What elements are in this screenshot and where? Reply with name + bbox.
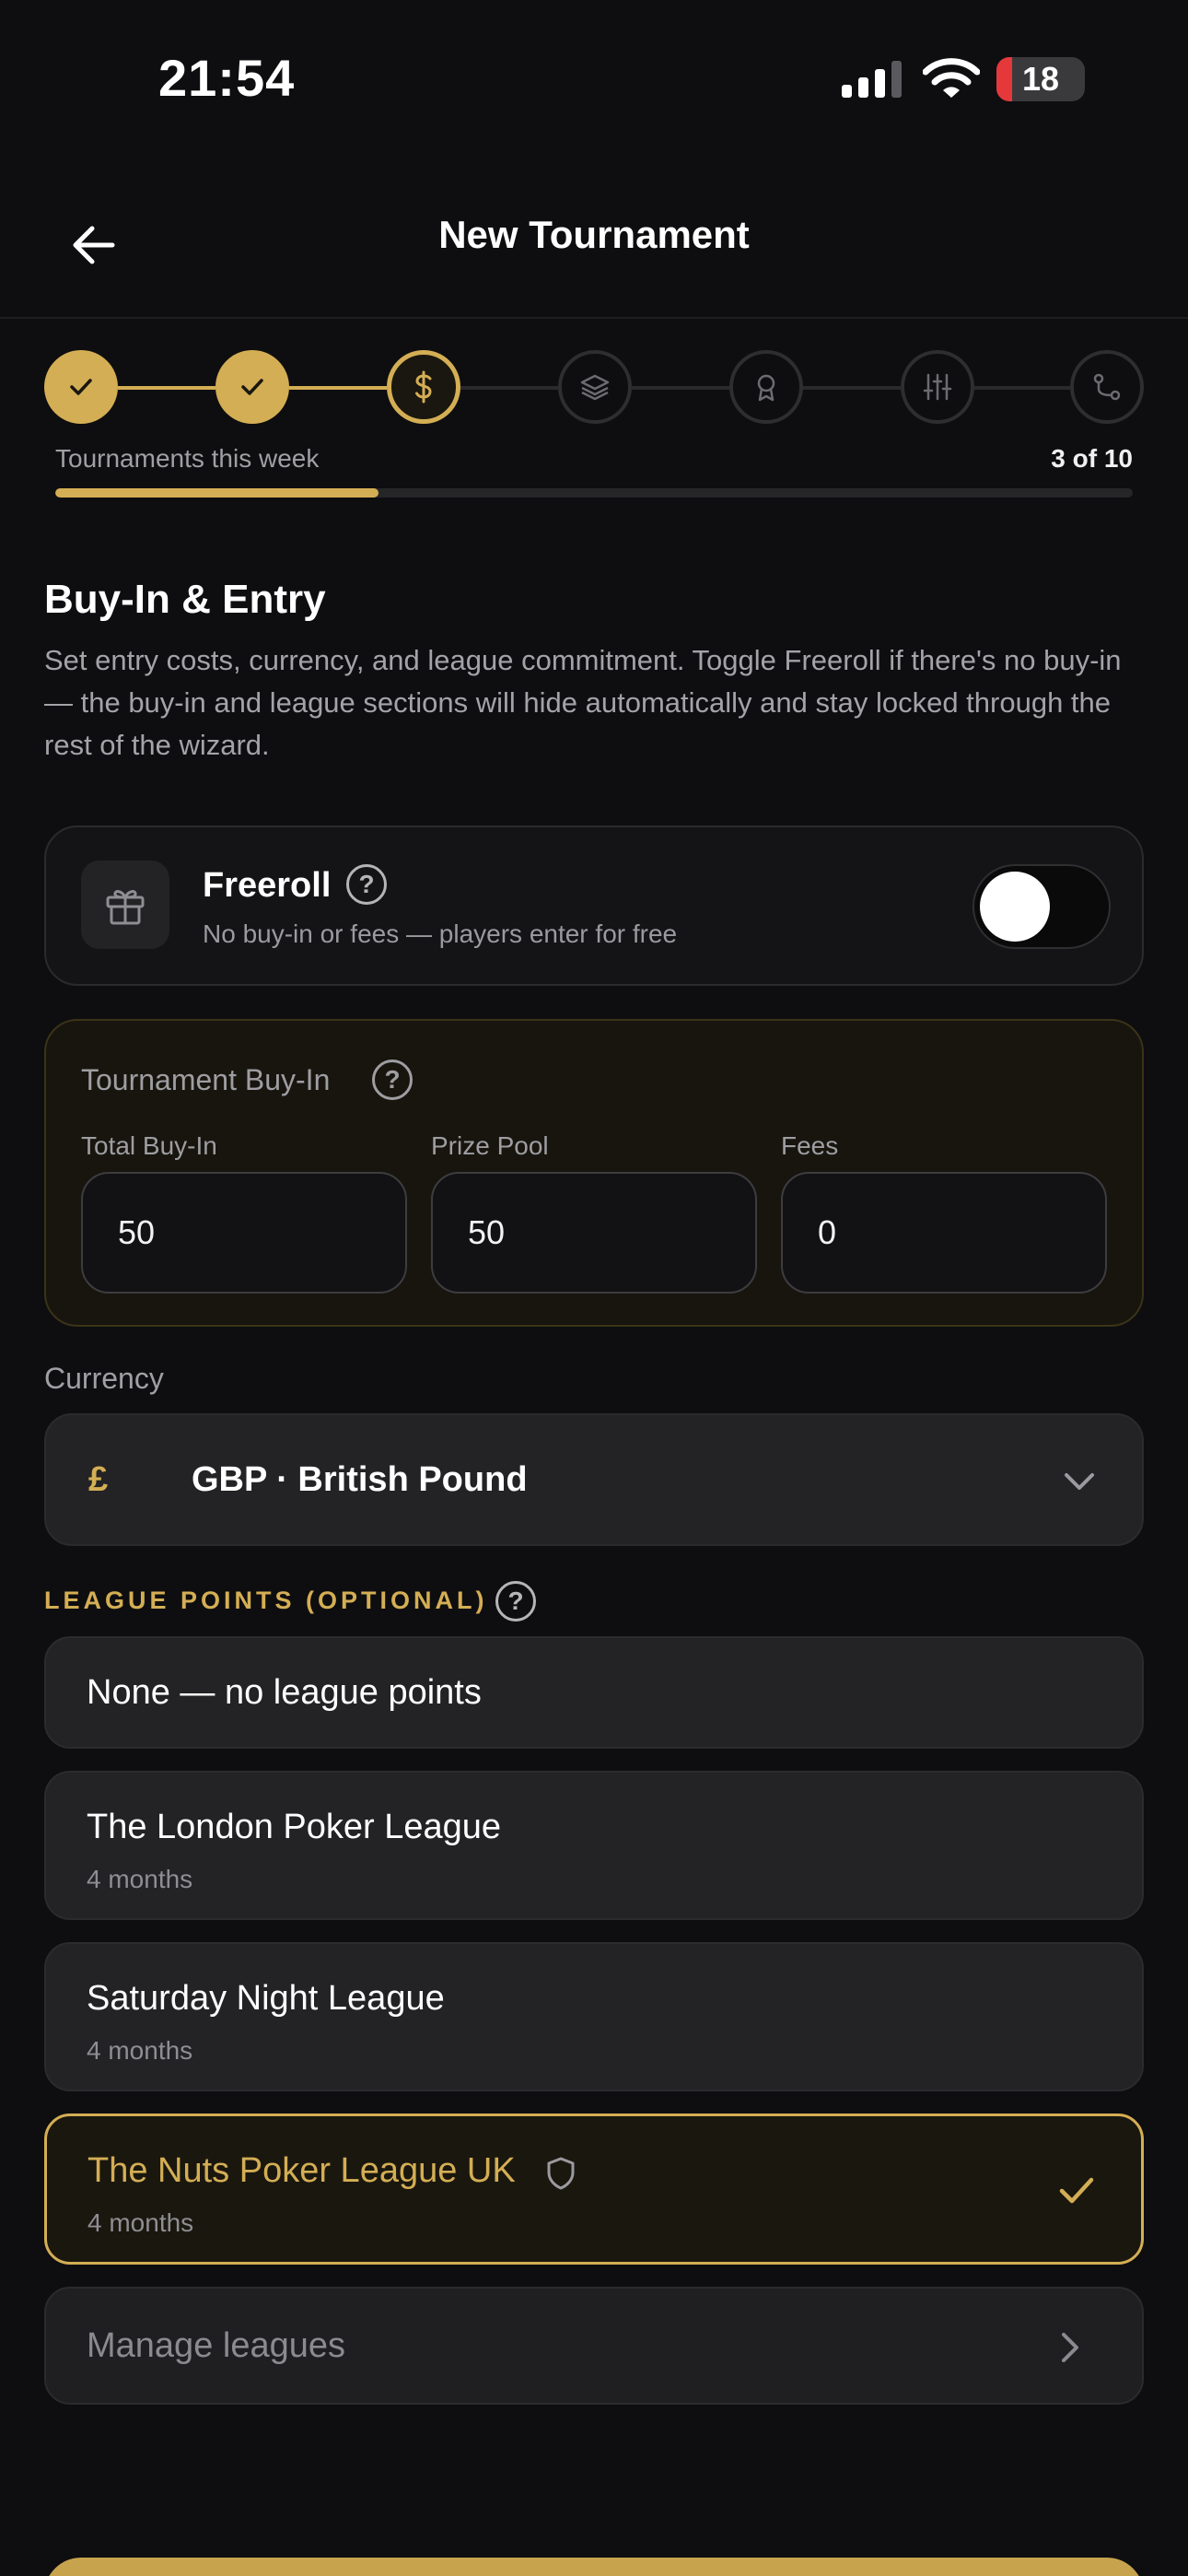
league-option-duration: 4 months [87, 2036, 193, 2065]
step-5[interactable] [729, 350, 803, 424]
league-option-london-poker-league[interactable]: The London Poker League 4 months [44, 1771, 1144, 1920]
step-2-complete[interactable] [215, 350, 289, 424]
battery-indicator: 18 [996, 57, 1085, 101]
new-tournament-screen: 21:54 18 New Tournament Tournaments this… [0, 0, 1188, 2576]
step-7[interactable] [1070, 350, 1144, 424]
league-option-title: None — no league points [87, 1673, 482, 1712]
step-connector [118, 386, 215, 390]
back-button[interactable] [57, 208, 131, 282]
weekly-progress-count: 3 of 10 [1051, 444, 1133, 473]
league-option-title: The London Poker League [87, 1808, 502, 1846]
weekly-progress-fill [55, 488, 379, 498]
sliders-icon [923, 373, 952, 401]
manage-leagues-button[interactable]: Manage leagues [44, 2287, 1144, 2405]
chevron-down-icon [1065, 1473, 1094, 1490]
prize-pool-label: Prize Pool [431, 1131, 549, 1160]
league-option-duration: 4 months [87, 2208, 194, 2237]
league-option-title: The Nuts Poker League UK [87, 2151, 516, 2190]
weekly-progress-label: Tournaments this week [55, 444, 320, 473]
status-bar: 21:54 18 [0, 0, 1188, 157]
league-help-icon[interactable]: ? [495, 1581, 536, 1622]
step-1-complete[interactable] [44, 350, 118, 424]
check-icon [241, 379, 263, 395]
buy-in-title: Tournament Buy-In [81, 1063, 331, 1096]
weekly-progress-bar [55, 488, 1133, 498]
freeroll-card: Freeroll ? No buy-in or fees — players e… [44, 825, 1144, 986]
freeroll-subtitle: No buy-in or fees — players enter for fr… [203, 919, 678, 948]
step-connector [974, 386, 1070, 390]
currency-symbol: £ [88, 1459, 109, 1499]
league-option-saturday-night-league[interactable]: Saturday Night League 4 months [44, 1942, 1144, 2091]
prize-pool-input[interactable] [431, 1172, 757, 1294]
manage-leagues-label: Manage leagues [87, 2325, 345, 2365]
header: New Tournament [0, 175, 1188, 319]
step-connector [803, 386, 901, 390]
total-buy-in-label: Total Buy-In [81, 1131, 217, 1160]
league-points-label: LEAGUE POINTS (OPTIONAL) [44, 1587, 488, 1614]
page-title: New Tournament [438, 213, 750, 256]
fees-label: Fees [781, 1131, 839, 1160]
league-option-duration: 4 months [87, 1865, 193, 1893]
buy-in-help-icon[interactable]: ? [372, 1060, 413, 1100]
tournament-buy-in-card: Tournament Buy-In ? Total Buy-In Prize P… [44, 1019, 1144, 1327]
layers-icon [580, 374, 610, 401]
total-buy-in-input[interactable] [81, 1172, 407, 1294]
freeroll-toggle[interactable] [973, 864, 1111, 949]
fees-input[interactable] [781, 1172, 1107, 1294]
check-icon [70, 379, 92, 395]
step-connector [289, 386, 387, 390]
battery-cap [1079, 70, 1085, 88]
league-option-title: Saturday Night League [87, 1979, 445, 2018]
cellular-signal-icon [842, 61, 902, 98]
currency-selected-value: GBP · British Pound [192, 1459, 528, 1499]
award-icon [757, 374, 775, 402]
step-4[interactable] [558, 350, 632, 424]
currency-label: Currency [44, 1362, 164, 1395]
wizard-stepper [44, 350, 1144, 424]
freeroll-help-icon[interactable]: ? [346, 864, 387, 905]
freeroll-title: Freeroll [203, 866, 332, 905]
shield-icon [547, 2157, 575, 2190]
gift-icon-container [81, 861, 169, 949]
status-time: 21:54 [158, 49, 296, 107]
arrow-left-icon [73, 226, 115, 264]
toggle-knob [980, 872, 1050, 942]
step-6[interactable] [901, 350, 974, 424]
league-option-nuts-poker-league-uk[interactable]: The Nuts Poker League UK 4 months [44, 2113, 1144, 2265]
step-connector [632, 386, 729, 390]
battery-percent: 18 [1021, 60, 1060, 98]
chevron-right-icon [1062, 2333, 1078, 2362]
step-3-buy-in-current[interactable] [387, 350, 460, 424]
wifi-icon [923, 58, 980, 98]
step-connector [460, 386, 558, 390]
continue-button[interactable] [44, 2558, 1144, 2576]
section-description: Set entry costs, currency, and league co… [44, 644, 1122, 761]
route-icon [1093, 373, 1121, 401]
dollar-icon [415, 370, 432, 404]
currency-select[interactable]: £ GBP · British Pound [44, 1413, 1144, 1546]
league-option-none[interactable]: None — no league points [44, 1636, 1144, 1749]
gift-icon [106, 890, 145, 925]
section-title: Buy-In & Entry [44, 577, 326, 622]
check-icon [1059, 2177, 1094, 2204]
